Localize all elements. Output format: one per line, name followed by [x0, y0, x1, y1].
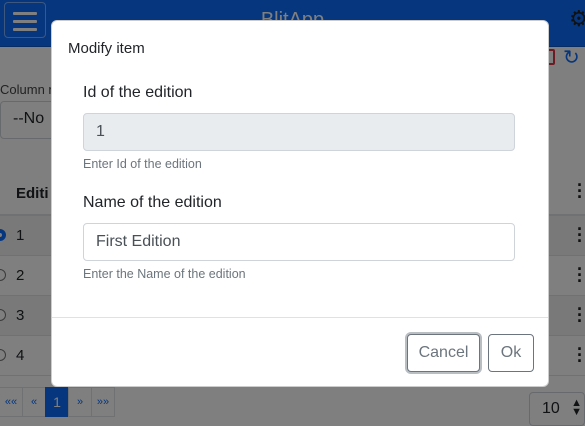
name-field-help: Enter the Name of the edition: [83, 267, 246, 281]
id-field-label: Id of the edition: [83, 84, 193, 101]
modify-item-dialog: Modify item Id of the edition Enter Id o…: [51, 20, 549, 387]
id-input[interactable]: [83, 113, 515, 151]
ok-button[interactable]: Ok: [488, 334, 534, 372]
id-field-help: Enter Id of the edition: [83, 157, 202, 171]
name-input[interactable]: [83, 223, 515, 261]
dialog-title: Modify item: [68, 40, 145, 57]
dialog-footer-divider: [52, 317, 548, 318]
cancel-button[interactable]: Cancel: [407, 334, 480, 372]
name-field-label: Name of the edition: [83, 194, 222, 211]
